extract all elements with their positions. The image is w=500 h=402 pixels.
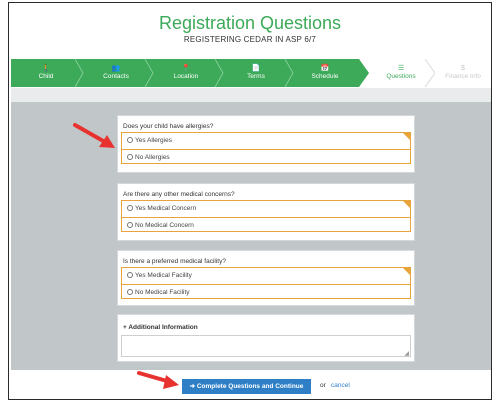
contacts-icon: 👥 [111,65,121,72]
page-frame: Registration Questions REGISTERING CEDAR… [8,2,492,400]
step-label: Terms [247,73,265,80]
step-chevron [359,59,369,87]
radio-yes-medical-concern[interactable]: Yes Medical Concern [122,201,410,216]
page-title: Registration Questions [158,13,342,33]
option-label: No Allergies [135,154,170,161]
child-icon: 🚶 [41,65,51,72]
radio-circle-icon [127,222,133,228]
page-header: Registration Questions REGISTERING CEDAR… [9,3,491,53]
step-label: Questions [386,73,416,80]
radio-circle-icon [127,154,133,160]
form-footer: ➜ Complete Questions and Continue or can… [11,370,491,399]
radio-circle-icon [127,272,133,278]
additional-info-textarea[interactable] [121,335,411,357]
bottom-band [9,399,492,400]
resize-grip-icon[interactable]: ◢ [404,351,409,357]
step-finance-info[interactable]: $ Finance Info [435,59,491,87]
step-schedule[interactable]: 📅 Schedule [291,59,359,87]
page-subtitle: REGISTERING CEDAR IN ASP 6/7 [183,35,317,44]
option-group: Yes Allergies No Allergies [121,132,411,164]
question-label: Does your child have allergies? [123,123,214,130]
option-group: Yes Medical Facility No Medical Facility [121,267,411,299]
grey-band [11,88,491,102]
annotation-arrow-icon [137,371,179,389]
additional-info-card: + Additional Information ◢ [117,314,415,362]
option-label: No Medical Facility [135,289,190,296]
document-icon: 📄 [251,65,261,72]
additional-info-label: + Additional Information [123,324,198,331]
radio-circle-icon [127,205,133,211]
question-label: Is there a preferred medical facility? [123,258,226,265]
option-label: Yes Medical Facility [135,272,192,279]
or-text: or [320,382,326,389]
option-group: Yes Medical Concern No Medical Concern [121,200,411,232]
step-child[interactable]: 🚶 Child [11,59,81,87]
radio-no-medical-facility[interactable]: No Medical Facility [122,284,410,299]
question-card-medical-facility: Is there a preferred medical facility? Y… [117,250,415,306]
complete-questions-continue-button[interactable]: ➜ Complete Questions and Continue [182,379,311,394]
step-terms[interactable]: 📄 Terms [221,59,291,87]
dollar-icon: $ [461,65,465,72]
step-location[interactable]: 📍 Location [151,59,221,87]
radio-circle-icon [127,137,133,143]
step-label: Schedule [311,73,339,80]
radio-yes-allergies[interactable]: Yes Allergies [122,133,410,148]
step-label: Contacts [103,73,129,80]
option-label: Yes Medical Concern [135,205,197,212]
radio-no-allergies[interactable]: No Allergies [122,149,410,164]
calendar-icon: 📅 [320,65,330,72]
step-questions[interactable]: ☰ Questions [371,59,431,87]
question-label: Are there any other medical concerns? [123,191,235,198]
option-label: No Medical Concern [135,222,194,229]
annotation-arrow-icon [73,123,115,148]
question-card-allergies: Does your child have allergies? Yes Alle… [117,115,415,173]
step-label: Child [38,73,54,80]
radio-yes-medical-facility[interactable]: Yes Medical Facility [122,268,410,283]
map-marker-icon: 📍 [181,65,191,72]
step-label: Finance Info [445,73,481,80]
step-label: Location [173,73,199,80]
radio-no-medical-concern[interactable]: No Medical Concern [122,217,410,232]
step-contacts[interactable]: 👥 Contacts [81,59,151,87]
list-icon: ☰ [397,65,405,72]
progress-steps: 🚶 Child 👥 Contacts 📍 Location 📄 Terms 📅 … [11,59,491,87]
question-card-medical-concerns: Are there any other medical concerns? Ye… [117,183,415,241]
radio-circle-icon [127,289,133,295]
option-label: Yes Allergies [135,137,172,144]
cancel-link[interactable]: cancel [331,382,350,389]
